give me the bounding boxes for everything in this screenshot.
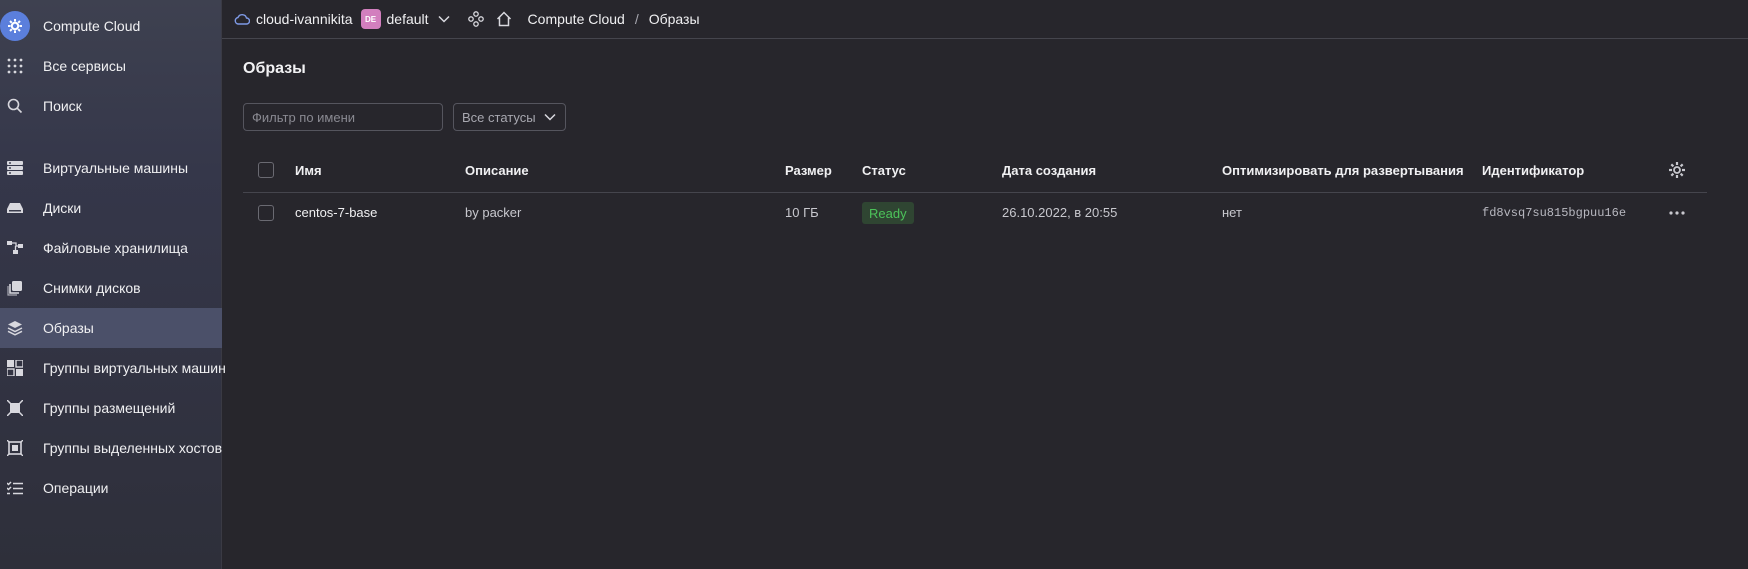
- sidebar-item-label: Группы выделенных хостов: [43, 440, 223, 456]
- disk-icon: [0, 193, 30, 223]
- sidebar-item-instance-groups[interactable]: Группы виртуальных машин: [0, 348, 226, 388]
- breadcrumb-current: Образы: [648, 11, 700, 27]
- column-header-id[interactable]: Идентификатор: [1482, 163, 1584, 178]
- search-label: Поиск: [43, 98, 82, 114]
- status-filter-select[interactable]: Все статусы: [453, 103, 566, 131]
- sidebar: Compute Cloud Все сервисы Поиск Виртуаль…: [0, 0, 226, 569]
- sidebar-item-snapshots[interactable]: Снимки дисков: [0, 268, 222, 308]
- column-header-optimize[interactable]: Оптимизировать для развертывания: [1222, 163, 1464, 178]
- folder-badge: DE: [360, 9, 381, 29]
- app-header[interactable]: Compute Cloud: [0, 6, 222, 46]
- row-checkbox[interactable]: [258, 205, 274, 221]
- column-header-name[interactable]: Имя: [295, 163, 322, 178]
- image-optimize: нет: [1222, 205, 1242, 220]
- breadcrumb-service[interactable]: Compute Cloud: [528, 11, 625, 27]
- instance-group-icon: [0, 353, 30, 383]
- breadcrumb-separator: /: [634, 11, 639, 27]
- all-services-label: Все сервисы: [43, 58, 126, 74]
- sidebar-item-file-storage[interactable]: Файловые хранилища: [0, 228, 222, 268]
- sidebar-item-disks[interactable]: Диски: [0, 188, 222, 228]
- operations-icon: [0, 473, 30, 503]
- page-title: Образы: [243, 60, 306, 77]
- vm-icon: [0, 153, 30, 183]
- chevron-down-icon: [544, 113, 556, 121]
- image-name-link[interactable]: centos-7-base: [295, 205, 377, 220]
- sidebar-item-operations[interactable]: Операции: [0, 468, 222, 508]
- image-description: by packer: [465, 205, 522, 220]
- sidebar-item-label: Виртуальные машины: [43, 160, 189, 176]
- snapshot-icon: [0, 273, 30, 303]
- folder-selector[interactable]: default: [387, 11, 429, 27]
- column-header-created[interactable]: Дата создания: [1002, 163, 1096, 178]
- sidebar-item-label: Снимки дисков: [43, 280, 141, 296]
- gear-icon[interactable]: [1668, 161, 1686, 184]
- select-all-checkbox[interactable]: [258, 162, 274, 178]
- image-id[interactable]: fd8vsq7su815bgpuu16e: [1482, 206, 1626, 220]
- name-filter-input[interactable]: [243, 103, 443, 131]
- cloud-icon: [234, 13, 250, 25]
- top-bar: cloud-ivannikita DE default Compute Clou…: [222, 0, 1748, 39]
- sidebar-item-dedicated-hosts[interactable]: Группы выделенных хостов: [0, 428, 222, 468]
- header-divider: [243, 192, 1707, 193]
- sidebar-item-vm[interactable]: Виртуальные машины: [0, 148, 222, 188]
- column-header-status[interactable]: Статус: [862, 163, 906, 178]
- sidebar-item-label: Операции: [43, 480, 109, 496]
- placement-group-icon: [0, 393, 30, 423]
- all-services-button[interactable]: Все сервисы: [0, 46, 222, 86]
- sidebar-item-label: Диски: [43, 200, 82, 216]
- search-icon: [0, 91, 30, 121]
- sidebar-item-label: Группы виртуальных машин: [43, 360, 226, 376]
- chevron-down-icon[interactable]: [438, 15, 450, 23]
- sidebar-item-label: Группы размещений: [43, 400, 176, 416]
- dedicated-host-icon: [0, 433, 30, 463]
- app-title: Compute Cloud: [43, 18, 141, 34]
- status-badge: Ready: [862, 202, 914, 224]
- column-header-description[interactable]: Описание: [465, 163, 529, 178]
- sidebar-item-placement-groups[interactable]: Группы размещений: [0, 388, 222, 428]
- column-header-size[interactable]: Размер: [785, 163, 832, 178]
- sidebar-item-label: Файловые хранилища: [43, 240, 188, 256]
- home-icon[interactable]: [496, 11, 512, 27]
- compute-cloud-logo-icon: [0, 11, 30, 41]
- search-button[interactable]: Поиск: [0, 86, 222, 126]
- image-size: 10 ГБ: [785, 205, 819, 220]
- image-created: 26.10.2022, в 20:55: [1002, 205, 1118, 220]
- layers-icon: [0, 313, 30, 343]
- file-storage-icon: [0, 233, 30, 263]
- sidebar-item-label: Образы: [43, 320, 94, 336]
- grid-icon: [0, 51, 30, 81]
- sidebar-item-images[interactable]: Образы: [0, 308, 222, 348]
- network-topology-icon[interactable]: [467, 11, 484, 27]
- cloud-selector[interactable]: cloud-ivannikita: [256, 11, 353, 27]
- more-actions-icon[interactable]: [1668, 205, 1686, 226]
- status-filter-value: Все статусы: [462, 109, 536, 125]
